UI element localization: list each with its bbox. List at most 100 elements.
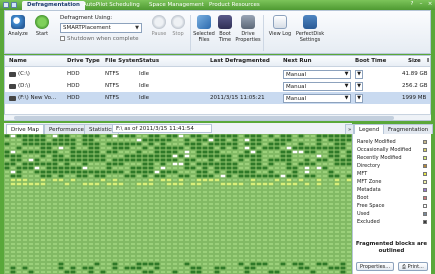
tab-defragmentation[interactable]: Defragmentation xyxy=(22,1,85,10)
map-block xyxy=(244,134,250,138)
selected-files-button[interactable]: Selected Files xyxy=(193,15,215,43)
map-block xyxy=(286,194,292,198)
map-block xyxy=(124,210,130,214)
print-button[interactable]: ⎙ Print... xyxy=(398,262,428,271)
map-block xyxy=(160,250,166,254)
map-block xyxy=(160,270,166,274)
map-block xyxy=(136,158,142,162)
map-block xyxy=(70,174,76,178)
map-block xyxy=(88,154,94,158)
map-block xyxy=(310,234,316,238)
help-button[interactable]: ? xyxy=(408,1,416,8)
map-block xyxy=(202,266,208,270)
map-block xyxy=(202,242,208,246)
col-status[interactable]: Status xyxy=(139,56,160,67)
properties-button[interactable]: Properties... xyxy=(356,262,395,271)
col-drive-type[interactable]: Drive Type xyxy=(67,56,100,67)
tab-performance[interactable]: Performance xyxy=(44,124,89,134)
map-block xyxy=(160,194,166,198)
horizontal-scrollbar[interactable] xyxy=(4,114,431,120)
map-block xyxy=(304,186,310,190)
defragment-method-select[interactable]: SMARTPlacement ▼ xyxy=(60,23,142,33)
map-block xyxy=(130,198,136,202)
map-block xyxy=(40,142,46,146)
map-block xyxy=(304,170,310,174)
map-block xyxy=(64,138,70,142)
start-button[interactable]: Start xyxy=(32,15,52,37)
map-block xyxy=(40,138,46,142)
next-run-select[interactable]: Manual ▼ xyxy=(283,82,351,91)
map-block xyxy=(346,154,352,158)
tab-legend[interactable]: Legend xyxy=(354,124,385,134)
quick-access-icon[interactable] xyxy=(3,2,9,8)
map-block xyxy=(160,262,166,266)
map-block xyxy=(214,262,220,266)
scrollbar-thumb[interactable] xyxy=(14,116,394,120)
boot-time-dropdown[interactable]: ▼ xyxy=(355,94,363,103)
tab-space-management[interactable]: Space Management xyxy=(144,1,209,10)
table-row[interactable]: (D:\) HDD NTFS Idle 256.2 GB Manual ▼ ▼ xyxy=(5,80,430,92)
col-extra[interactable]: I xyxy=(427,56,430,67)
close-button[interactable]: × xyxy=(426,1,434,8)
map-block xyxy=(304,182,310,186)
map-block xyxy=(292,230,298,234)
col-boot-time[interactable]: Boot Time xyxy=(355,56,387,67)
view-log-button[interactable]: View Log xyxy=(268,15,292,37)
quick-access-2-icon[interactable] xyxy=(11,2,17,8)
map-block xyxy=(184,170,190,174)
stop-button[interactable]: Stop xyxy=(170,15,186,37)
map-block xyxy=(136,238,142,242)
map-block xyxy=(4,218,10,222)
drive-properties-button[interactable]: Drive Properties xyxy=(235,15,261,43)
map-block xyxy=(346,158,352,162)
drive-map[interactable] xyxy=(4,134,352,274)
analyze-button[interactable]: Analyze xyxy=(8,15,28,37)
map-block xyxy=(232,166,238,170)
boot-time-button[interactable]: Boot Time xyxy=(216,15,234,43)
map-block xyxy=(154,158,160,162)
map-block xyxy=(28,134,34,138)
map-block xyxy=(232,202,238,206)
tab-product-resources[interactable]: Product Resources xyxy=(204,1,265,10)
next-run-select[interactable]: Manual ▼ xyxy=(283,70,351,79)
shutdown-checkbox[interactable]: Shutdown when complete xyxy=(60,36,139,42)
tab-autopilot-scheduling[interactable]: AutoPilot Scheduling xyxy=(78,1,145,10)
col-name[interactable]: Name xyxy=(9,56,27,67)
minimize-button[interactable]: – xyxy=(417,1,425,8)
boot-time-dropdown[interactable]: ▼ xyxy=(355,82,363,91)
map-block xyxy=(256,162,262,166)
col-file-system[interactable]: File System xyxy=(105,56,142,67)
map-block xyxy=(274,226,280,230)
collapse-icon[interactable]: » xyxy=(345,124,355,134)
col-size[interactable]: Size xyxy=(408,56,421,67)
map-block xyxy=(94,238,100,242)
tab-drive-map[interactable]: Drive Map xyxy=(6,124,45,134)
next-run-select[interactable]: Manual ▼ xyxy=(283,94,351,103)
map-block xyxy=(76,190,82,194)
table-row[interactable]: (F:\) New Vo... HDD NTFS Idle 2011/3/15 11:0… xyxy=(5,92,430,104)
status-cell: Idle xyxy=(139,95,150,101)
map-block xyxy=(226,198,232,202)
map-block xyxy=(184,234,190,238)
map-block xyxy=(202,174,208,178)
tab-fragmentation[interactable]: Fragmentation xyxy=(383,124,434,134)
perfectdisk-settings-button[interactable]: PerfectDisk Settings xyxy=(295,15,325,43)
col-last-defragmented[interactable]: Last Defragmented xyxy=(210,56,270,67)
map-block xyxy=(292,206,298,210)
map-block xyxy=(88,214,94,218)
map-block xyxy=(76,262,82,266)
col-next-run[interactable]: Next Run xyxy=(283,56,312,67)
map-block xyxy=(196,178,202,182)
map-block xyxy=(58,222,64,226)
map-block xyxy=(256,250,262,254)
map-block xyxy=(256,246,262,250)
map-block xyxy=(274,166,280,170)
map-block xyxy=(82,158,88,162)
table-row[interactable]: (C:\) HDD NTFS Idle 41.89 GB Manual ▼ ▼ xyxy=(5,68,430,80)
boot-time-dropdown[interactable]: ▼ xyxy=(355,70,363,79)
map-block xyxy=(28,214,34,218)
map-block xyxy=(70,222,76,226)
pause-button[interactable]: Pause xyxy=(150,15,168,37)
map-block xyxy=(166,262,172,266)
map-block xyxy=(64,190,70,194)
